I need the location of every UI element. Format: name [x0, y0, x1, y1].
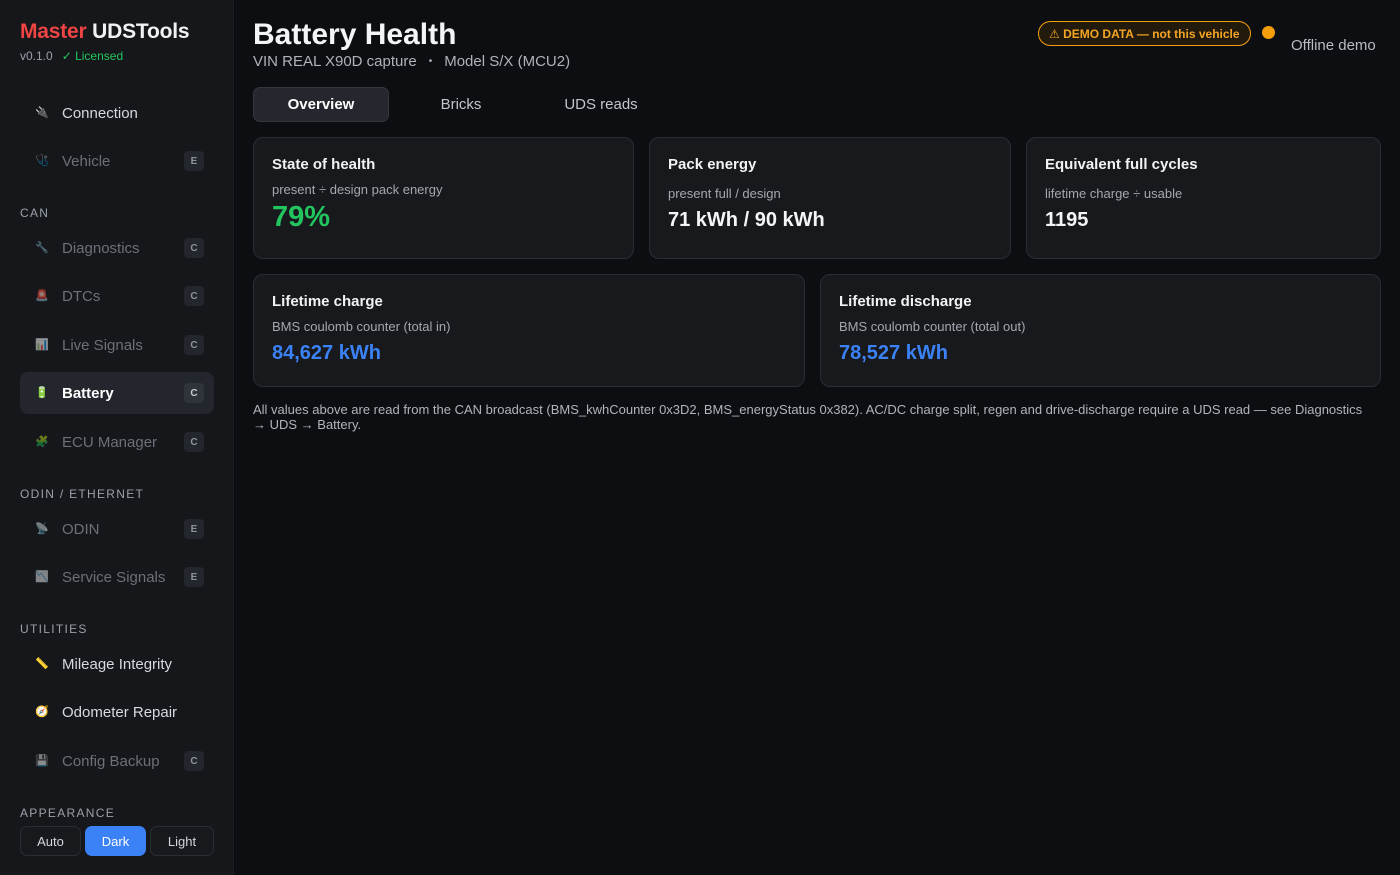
data-source-footnote: All values above are read from the CAN b… [253, 402, 1363, 432]
floppy-disk-icon: 💾 [35, 754, 49, 767]
equivalent-cycles-value: 1195 [1045, 209, 1089, 231]
connection-status: Offline demo [1291, 37, 1376, 54]
license-status: ✓ Licensed [61, 49, 124, 63]
sidebar: Master UDSTools v0.1.0 ✓ Licensed 🔌 Conn… [0, 0, 234, 875]
pack-energy-value: 71 kWh / 90 kWh [668, 209, 825, 231]
state-of-health-value: 79% [272, 201, 331, 233]
sidebar-item-odometer-repair[interactable]: 🧭 Odometer Repair [20, 691, 214, 733]
satellite-icon: 📡 [35, 522, 49, 535]
mode-badge: E [184, 151, 204, 171]
equivalent-cycles-card: Equivalent full cycles lifetime charge ÷… [1026, 137, 1381, 259]
lifetime-discharge-card: Lifetime discharge BMS coulomb counter (… [820, 274, 1381, 387]
lifetime-charge-value: 84,627 kWh [272, 342, 381, 364]
plug-icon: 🔌 [35, 106, 49, 119]
sidebar-item-ecu-manager[interactable]: 🧩 ECU Manager C [20, 421, 214, 463]
gauge-icon: 🧭 [35, 705, 49, 718]
separator-dot: • [428, 56, 433, 67]
model-label: Model S/X (MCU2) [444, 53, 571, 70]
mode-badge: C [184, 383, 204, 403]
sidebar-item-dtcs[interactable]: 🚨 DTCs C [20, 275, 214, 317]
sidebar-item-diagnostics[interactable]: 🔧 Diagnostics C [20, 227, 214, 269]
appearance-dark-button[interactable]: Dark [85, 826, 146, 856]
tab-uds-reads[interactable]: UDS reads [533, 87, 669, 122]
appearance-light-button[interactable]: Light [150, 826, 214, 856]
sidebar-item-label: Mileage Integrity [62, 655, 173, 673]
card-title: Pack energy [668, 156, 757, 173]
mode-badge: C [184, 335, 204, 355]
sidebar-item-label: DTCs [62, 287, 101, 305]
sidebar-item-label: Odometer Repair [62, 703, 178, 721]
alarm-light-icon: 🚨 [35, 289, 49, 302]
sidebar-item-mileage-integrity[interactable]: 📏 Mileage Integrity [20, 643, 214, 685]
sidebar-item-live-signals[interactable]: 📊 Live Signals C [20, 324, 214, 366]
appearance-toggle: Auto Dark Light [20, 826, 214, 856]
sidebar-item-label: Vehicle [62, 152, 111, 170]
status-indicator-dot [1262, 26, 1275, 39]
stethoscope-icon: 🩺 [35, 154, 49, 167]
sidebar-item-label: Diagnostics [62, 239, 140, 257]
bar-chart-icon: 📊 [35, 338, 49, 351]
lifetime-charge-card: Lifetime charge BMS coulomb counter (tot… [253, 274, 805, 387]
section-label-can: CAN [20, 206, 50, 220]
brand-part1: Master [20, 20, 87, 43]
sidebar-item-label: ODIN [62, 520, 100, 538]
sidebar-item-label: Config Backup [62, 752, 160, 770]
mode-badge: E [184, 519, 204, 539]
pack-energy-card: Pack energy present full / design 71 kWh… [649, 137, 1011, 259]
sidebar-item-odin[interactable]: 📡 ODIN E [20, 508, 214, 550]
sidebar-item-label: ECU Manager [62, 433, 158, 451]
wrench-icon: 🔧 [35, 241, 49, 254]
brand-logo: Master UDSTools [20, 20, 213, 44]
brand-meta: v0.1.0 ✓ Licensed [20, 49, 213, 63]
sidebar-item-connection[interactable]: 🔌 Connection [20, 92, 214, 134]
tab-bricks[interactable]: Bricks [389, 87, 533, 122]
sidebar-item-battery[interactable]: 🔋 Battery C [20, 372, 214, 414]
mode-badge: C [184, 238, 204, 258]
version-label: v0.1.0 [20, 49, 53, 63]
lifetime-discharge-value: 78,527 kWh [839, 342, 948, 364]
vehicle-subtitle: VIN REAL X90D capture • Model S/X (MCU2) [253, 53, 570, 70]
ruler-icon: 📏 [35, 657, 49, 670]
mode-badge: C [184, 286, 204, 306]
main-content: Battery Health VIN REAL X90D capture • M… [234, 0, 1400, 875]
signal-chart-icon: 📉 [35, 570, 49, 583]
sidebar-item-service-signals[interactable]: 📉 Service Signals E [20, 556, 214, 598]
app-window: Master UDSTools v0.1.0 ✓ Licensed 🔌 Conn… [0, 0, 1400, 875]
tab-overview[interactable]: Overview [253, 87, 389, 122]
sidebar-item-label: Battery [62, 384, 114, 402]
appearance-auto-button[interactable]: Auto [20, 826, 81, 856]
sidebar-item-label: Live Signals [62, 336, 143, 354]
sidebar-item-label: Service Signals [62, 568, 166, 586]
card-title: Lifetime discharge [839, 293, 972, 310]
card-subtitle: BMS coulomb counter (total out) [839, 319, 1026, 334]
battery-icon: 🔋 [35, 386, 49, 399]
page-title: Battery Health [253, 18, 457, 51]
card-title: Equivalent full cycles [1045, 156, 1198, 173]
card-title: Lifetime charge [272, 293, 383, 310]
sidebar-item-config-backup[interactable]: 💾 Config Backup C [20, 740, 214, 782]
card-subtitle: present ÷ design pack energy [272, 182, 443, 197]
mode-badge: C [184, 751, 204, 771]
section-label-utilities: UTILITIES [20, 622, 88, 636]
state-of-health-card: State of health present ÷ design pack en… [253, 137, 634, 259]
demo-data-badge: ⚠ DEMO DATA — not this vehicle [1038, 21, 1251, 46]
vin-label: VIN REAL X90D capture [253, 53, 417, 70]
mode-badge: E [184, 567, 204, 587]
card-subtitle: lifetime charge ÷ usable [1045, 186, 1183, 201]
card-title: State of health [272, 156, 376, 173]
sidebar-item-vehicle[interactable]: 🩺 Vehicle E [20, 140, 214, 182]
brand-part2: UDSTools [92, 20, 190, 43]
section-label-appearance: APPEARANCE [20, 806, 116, 820]
sidebar-item-label: Connection [62, 104, 138, 122]
mode-badge: C [184, 432, 204, 452]
card-subtitle: present full / design [668, 186, 781, 201]
card-subtitle: BMS coulomb counter (total in) [272, 319, 451, 334]
section-label-odin: ODIN / ETHERNET [20, 487, 145, 501]
tab-bar: Overview Bricks UDS reads [253, 87, 669, 122]
puzzle-icon: 🧩 [35, 435, 49, 448]
